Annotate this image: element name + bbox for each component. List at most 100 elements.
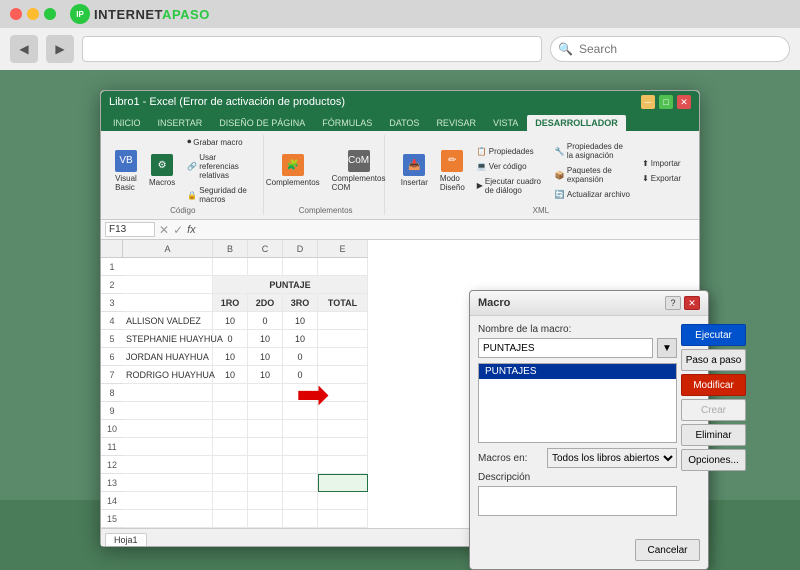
propiedades-btn[interactable]: 📋Propiedades <box>473 145 547 158</box>
macro-list-item[interactable]: PUNTAJES <box>479 364 676 379</box>
cell-e10[interactable] <box>318 420 368 438</box>
col-header-e[interactable]: E <box>318 240 368 258</box>
cell-e11[interactable] <box>318 438 368 456</box>
cell-b11[interactable] <box>213 438 248 456</box>
ver-codigo-btn[interactable]: 💻Ver código <box>473 160 547 173</box>
cell-b10[interactable] <box>213 420 248 438</box>
modificar-button[interactable]: Modificar <box>681 374 746 396</box>
opciones-button[interactable]: Opciones... <box>681 449 746 471</box>
cell-a12[interactable] <box>123 456 213 474</box>
seguridad-btn[interactable]: 🔒Seguridad de macros <box>183 184 254 206</box>
forward-button[interactable]: ▶ <box>46 35 74 63</box>
cell-a7[interactable]: RODRIGO HUAYHUA <box>123 366 213 384</box>
cell-puntaje[interactable]: PUNTAJE <box>213 276 368 294</box>
cell-d10[interactable] <box>283 420 318 438</box>
cell-d7[interactable]: 0 <box>283 366 318 384</box>
macro-name-input[interactable] <box>478 338 653 358</box>
cancelar-button[interactable]: Cancelar <box>635 539 700 561</box>
minimize-traffic-light[interactable] <box>27 8 39 20</box>
row-header-7[interactable]: 7 <box>101 366 123 384</box>
excel-maximize-btn[interactable]: □ <box>659 95 673 109</box>
exportar-btn[interactable]: ⬇Exportar <box>638 172 685 185</box>
cell-b15[interactable] <box>213 510 248 528</box>
cell-a9[interactable] <box>123 402 213 420</box>
tab-vista[interactable]: VISTA <box>485 115 526 131</box>
actualizar-btn[interactable]: 🔄Actualizar archivo <box>551 188 634 201</box>
cell-a4[interactable]: ALLISON VALDEZ <box>123 312 213 330</box>
search-input[interactable] <box>550 36 790 62</box>
cell-b6[interactable]: 10 <box>213 348 248 366</box>
row-header-14[interactable]: 14 <box>101 492 123 510</box>
cell-a2[interactable] <box>123 276 213 294</box>
row-header-15[interactable]: 15 <box>101 510 123 528</box>
cell-a11[interactable] <box>123 438 213 456</box>
visual-basic-btn[interactable]: VB VisualBasic <box>111 148 141 194</box>
cell-d1[interactable] <box>283 258 318 276</box>
cell-d3[interactable]: 3RO <box>283 294 318 312</box>
description-textarea[interactable] <box>478 486 677 516</box>
cell-d11[interactable] <box>283 438 318 456</box>
cell-e4[interactable] <box>318 312 368 330</box>
cell-c15[interactable] <box>248 510 283 528</box>
insertar-btn[interactable]: 📥 Insertar <box>397 152 432 189</box>
tab-desarrollador[interactable]: DESARROLLADOR <box>527 115 626 131</box>
cell-b12[interactable] <box>213 456 248 474</box>
cell-c8[interactable] <box>248 384 283 402</box>
cell-b14[interactable] <box>213 492 248 510</box>
col-header-a[interactable]: A <box>123 240 213 258</box>
cell-c13[interactable] <box>248 474 283 492</box>
cell-e7[interactable] <box>318 366 368 384</box>
cell-a5[interactable]: STEPHANIE HUAYHUA <box>123 330 213 348</box>
complementos-com-btn[interactable]: CoM ComplementosCOM <box>328 148 390 194</box>
cell-a10[interactable] <box>123 420 213 438</box>
cell-c7[interactable]: 10 <box>248 366 283 384</box>
excel-close-btn[interactable]: ✕ <box>677 95 691 109</box>
cell-d15[interactable] <box>283 510 318 528</box>
cell-c12[interactable] <box>248 456 283 474</box>
row-header-12[interactable]: 12 <box>101 456 123 474</box>
cell-a6[interactable]: JORDAN HUAYHUA <box>123 348 213 366</box>
tab-datos[interactable]: DATOS <box>381 115 427 131</box>
back-button[interactable]: ◀ <box>10 35 38 63</box>
cell-e13[interactable] <box>318 474 368 492</box>
col-header-c[interactable]: C <box>248 240 283 258</box>
cell-b13[interactable] <box>213 474 248 492</box>
formula-input[interactable] <box>200 224 695 235</box>
macro-name-browse-btn[interactable]: ▼ <box>657 338 677 358</box>
cell-d12[interactable] <box>283 456 318 474</box>
macros-en-select[interactable]: Todos los libros abiertos <box>547 448 677 468</box>
cell-b5[interactable]: 0 <box>213 330 248 348</box>
tab-inicio[interactable]: INICIO <box>105 115 149 131</box>
paso-a-paso-button[interactable]: Paso a paso <box>681 349 746 371</box>
cell-d4[interactable]: 10 <box>283 312 318 330</box>
ejecutar-cuadro-btn[interactable]: ▶Ejecutar cuadro de diálogo <box>473 175 547 197</box>
cell-b9[interactable] <box>213 402 248 420</box>
row-header-5[interactable]: 5 <box>101 330 123 348</box>
cell-e1[interactable] <box>318 258 368 276</box>
cell-b8[interactable] <box>213 384 248 402</box>
cell-e8[interactable] <box>318 384 368 402</box>
ejecutar-button[interactable]: Ejecutar <box>681 324 746 346</box>
cell-a3[interactable] <box>123 294 213 312</box>
cell-a15[interactable] <box>123 510 213 528</box>
importar-btn[interactable]: ⬆Importar <box>638 157 685 170</box>
row-header-10[interactable]: 10 <box>101 420 123 438</box>
sheet-tab-1[interactable]: Hoja1 <box>105 533 147 546</box>
cell-e12[interactable] <box>318 456 368 474</box>
col-header-d[interactable]: D <box>283 240 318 258</box>
maximize-traffic-light[interactable] <box>44 8 56 20</box>
cell-c6[interactable]: 10 <box>248 348 283 366</box>
address-bar[interactable] <box>82 36 542 62</box>
cell-c4[interactable]: 0 <box>248 312 283 330</box>
excel-minimize-btn[interactable]: ─ <box>641 95 655 109</box>
cell-b1[interactable] <box>213 258 248 276</box>
cell-e6[interactable] <box>318 348 368 366</box>
row-header-4[interactable]: 4 <box>101 312 123 330</box>
cell-e14[interactable] <box>318 492 368 510</box>
cell-e3[interactable]: TOTAL <box>318 294 368 312</box>
row-header-13[interactable]: 13 <box>101 474 123 492</box>
cell-c11[interactable] <box>248 438 283 456</box>
cell-a13[interactable] <box>123 474 213 492</box>
tab-insertar[interactable]: INSERTAR <box>150 115 211 131</box>
cell-d8[interactable] <box>283 384 318 402</box>
